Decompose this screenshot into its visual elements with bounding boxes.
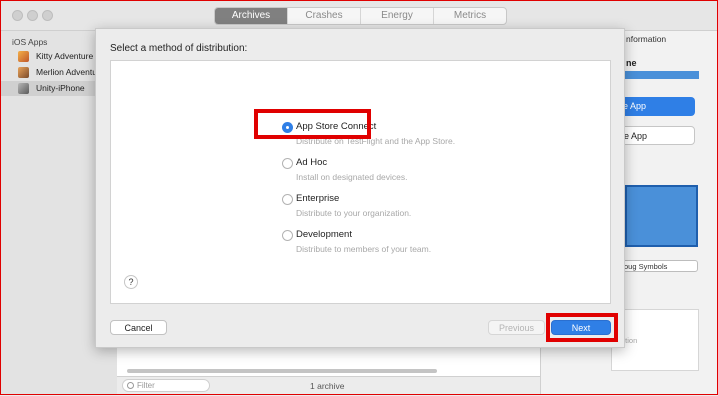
tab-crashes[interactable]: Crashes [287, 8, 360, 24]
highlight-box-app-store-connect [254, 109, 371, 139]
sidebar-heading: iOS Apps [12, 37, 48, 47]
sheet-title: Select a method of distribution: [110, 43, 248, 54]
archive-count: 1 archive [310, 381, 345, 391]
horizontal-scrollbar[interactable] [127, 369, 437, 373]
radio-enterprise[interactable] [282, 194, 293, 205]
unity-app-icon [18, 83, 29, 94]
kitty-app-icon [18, 51, 29, 62]
option-title: Development [296, 229, 352, 240]
organizer-tabs: Archives Crashes Energy Metrics [214, 7, 507, 25]
previous-button[interactable]: Previous [488, 320, 545, 335]
distribution-sheet: Select a method of distribution: App Sto… [95, 28, 625, 348]
merlion-app-icon [18, 67, 29, 78]
distribution-options-panel: App Store Connect Distribute on TestFlig… [110, 60, 611, 304]
option-description: Distribute to your organization. [296, 208, 412, 218]
filter-icon [127, 382, 134, 389]
option-description: Install on designated devices. [296, 172, 408, 182]
tab-metrics[interactable]: Metrics [433, 8, 506, 24]
cancel-button[interactable]: Cancel [110, 320, 167, 335]
minimize-window-icon[interactable] [27, 10, 38, 21]
radio-ad-hoc[interactable] [282, 158, 293, 169]
inspector-archive-name: ne [626, 58, 637, 68]
tab-archives[interactable]: Archives [215, 8, 287, 24]
option-description: Distribute to members of your team. [296, 244, 432, 254]
window-titlebar: Archives Crashes Energy Metrics [0, 0, 718, 31]
filter-placeholder: Filter [137, 381, 155, 390]
tab-energy[interactable]: Energy [360, 8, 433, 24]
sidebar-item-label: Kitty Adventure [36, 51, 94, 61]
help-button[interactable]: ? [124, 275, 138, 289]
inspector-title: nformation [626, 34, 667, 44]
radio-development[interactable] [282, 230, 293, 241]
option-title: Ad Hoc [296, 157, 328, 168]
option-title: Enterprise [296, 193, 340, 204]
inspector-app-preview [625, 185, 698, 247]
close-window-icon[interactable] [12, 10, 23, 21]
sidebar-item-label: Unity-iPhone [36, 83, 85, 93]
zoom-window-icon[interactable] [42, 10, 53, 21]
filter-input[interactable]: Filter [122, 379, 210, 392]
highlight-box-next [546, 313, 618, 342]
